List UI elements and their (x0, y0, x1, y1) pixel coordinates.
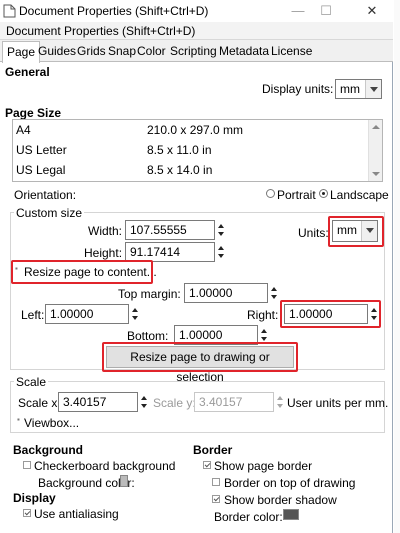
minimize-button[interactable]: — (284, 0, 312, 22)
scroll-down-icon[interactable] (372, 172, 380, 176)
right-margin-highlight (280, 300, 381, 328)
canvas-edge (394, 0, 400, 533)
page-size-heading: Page Size (5, 106, 62, 120)
top-margin-spinner[interactable] (270, 283, 278, 303)
show-border-label[interactable]: Show page border (214, 459, 312, 473)
scale-y-spinner (276, 392, 284, 412)
units-label: Units: (298, 226, 329, 240)
show-border-checkbox[interactable] (203, 461, 211, 469)
tab-scripting[interactable]: Scripting (168, 43, 219, 62)
units-highlight (328, 216, 384, 247)
left-margin-value: 1.00000 (50, 307, 94, 321)
antialiasing-checkbox[interactable] (23, 509, 31, 517)
tab-page[interactable]: Page (2, 41, 41, 63)
left-margin-label: Left: (21, 308, 45, 322)
top-margin-value: 1.00000 (189, 286, 233, 300)
height-spinner[interactable] (217, 242, 225, 262)
list-item[interactable]: US Letter 8.5 x 11.0 in (13, 140, 368, 160)
page-size-name: A4 (16, 123, 31, 137)
display-units-value: mm (340, 82, 360, 96)
landscape-radio[interactable] (319, 189, 328, 198)
list-scrollbar[interactable] (368, 120, 382, 181)
resize-button-highlight (102, 342, 298, 372)
scale-units-text: User units per mm. (287, 396, 389, 410)
border-on-top-checkbox[interactable] (212, 478, 220, 486)
tab-license[interactable]: License (269, 43, 314, 62)
scale-y-input: 3.40157 (194, 392, 274, 412)
border-shadow-label[interactable]: Show border shadow (224, 493, 337, 507)
bottom-margin-value: 1.00000 (179, 328, 223, 342)
page-size-name: US Letter (16, 143, 67, 157)
scale-x-spinner[interactable] (140, 392, 148, 412)
scale-legend: Scale (14, 375, 49, 389)
document-icon (3, 4, 16, 18)
border-color-swatch[interactable] (283, 509, 299, 520)
background-heading: Background (13, 443, 84, 457)
orientation-label: Orientation: (14, 188, 77, 202)
chevron-down-icon (365, 80, 381, 98)
border-heading: Border (193, 443, 233, 457)
page-size-dimensions: 8.5 x 14.0 in (147, 163, 213, 177)
antialiasing-label[interactable]: Use antialiasing (34, 507, 119, 521)
display-heading: Display (13, 491, 56, 505)
page-size-list[interactable]: A4 210.0 x 297.0 mm US Letter 8.5 x 11.0… (12, 119, 383, 182)
tab-metadata[interactable]: Metadata (217, 43, 271, 62)
page-size-dimensions: 8.5 x 11.0 in (147, 143, 212, 157)
scale-x-label: Scale x: (18, 396, 61, 410)
checkerboard-label[interactable]: Checkerboard background (34, 459, 175, 473)
width-spinner[interactable] (217, 220, 225, 240)
scale-x-value: 3.40157 (63, 395, 107, 409)
top-margin-label: Top margin: (118, 287, 181, 301)
top-margin-input[interactable]: 1.00000 (184, 283, 268, 303)
height-value: 91.17414 (130, 245, 181, 259)
width-input[interactable]: 107.55555 (125, 220, 215, 240)
list-item[interactable]: A4 210.0 x 297.0 mm (13, 120, 368, 140)
tab-guides[interactable]: Guides (36, 43, 78, 62)
scroll-up-icon[interactable] (372, 125, 380, 129)
height-input[interactable]: 91.17414 (125, 242, 215, 262)
portrait-radio[interactable] (266, 189, 275, 198)
display-units-select[interactable]: mm (335, 79, 382, 99)
scale-x-input[interactable]: 3.40157 (58, 392, 138, 412)
width-value: 107.55555 (130, 223, 187, 237)
tab-snap[interactable]: Snap (106, 43, 138, 62)
viewbox-expander[interactable]: Viewbox... (24, 416, 79, 430)
resize-expander-highlight (11, 260, 153, 284)
document-properties-window: Document Properties (Shift+Ctrl+D) — ☐ ✕… (0, 0, 393, 533)
panel-title: Document Properties (Shift+Ctrl+D) (6, 24, 196, 38)
expander-icon[interactable]: ▪ (17, 415, 20, 424)
window-title: Document Properties (Shift+Ctrl+D) (19, 4, 209, 18)
checkerboard-checkbox[interactable] (23, 461, 31, 469)
scale-y-value: 3.40157 (199, 395, 243, 409)
title-bar[interactable]: Document Properties (Shift+Ctrl+D) — ☐ ✕ (0, 0, 393, 22)
height-label: Height: (84, 246, 123, 260)
scale-y-label: Scale y: (153, 396, 196, 410)
close-button[interactable]: ✕ (358, 0, 386, 22)
panel-title-bar: Document Properties (Shift+Ctrl+D) (0, 22, 393, 40)
tab-bar: Page Guides Grids Snap Color Scripting M… (0, 40, 393, 63)
page-size-name: US Legal (16, 163, 66, 177)
border-color-label: Border color: (214, 510, 283, 524)
left-margin-spinner[interactable] (131, 304, 139, 324)
custom-size-legend: Custom size (14, 206, 85, 220)
tab-color[interactable]: Color (135, 43, 168, 62)
tab-grids[interactable]: Grids (75, 43, 108, 62)
border-on-top-label[interactable]: Border on top of drawing (224, 476, 355, 490)
page-size-dimensions: 210.0 x 297.0 mm (147, 123, 244, 137)
landscape-label[interactable]: Landscape (330, 188, 389, 202)
background-color-swatch[interactable] (120, 475, 128, 487)
maximize-button[interactable]: ☐ (312, 0, 340, 22)
border-shadow-checkbox[interactable] (212, 495, 220, 503)
portrait-label[interactable]: Portrait (277, 188, 316, 202)
general-heading: General (5, 65, 50, 79)
bottom-margin-label: Bottom: (127, 329, 169, 343)
width-label: Width: (88, 224, 123, 238)
left-margin-input[interactable]: 1.00000 (45, 304, 129, 324)
display-units-label: Display units: (262, 82, 334, 96)
list-item[interactable]: US Legal 8.5 x 14.0 in (13, 160, 368, 180)
right-margin-label: Right: (247, 308, 279, 322)
